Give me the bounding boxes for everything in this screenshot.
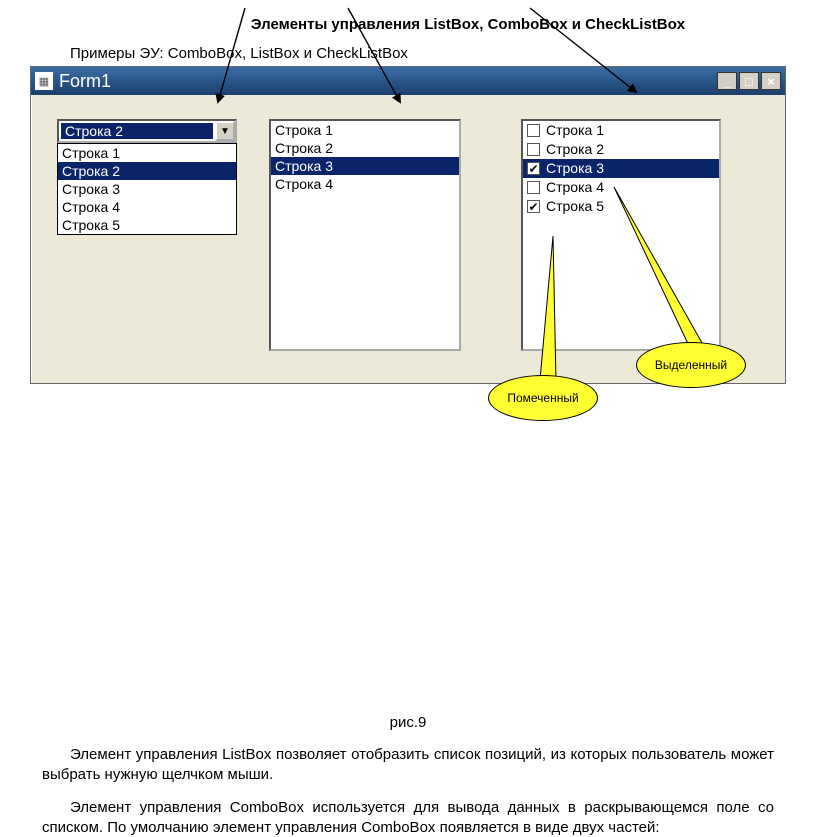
callout-selected: Выделенный xyxy=(636,342,746,388)
checklist-item-label: Строка 5 xyxy=(546,197,604,216)
checklist-item-label: Строка 4 xyxy=(546,178,604,197)
checked-listbox[interactable]: Строка 1Строка 2 ✔ Строка 3Строка 4 ✔ Строка… xyxy=(521,119,721,351)
dropdown-arrow-icon[interactable]: ▼ xyxy=(215,121,235,141)
paragraph-listbox: Элемент управления ListBox позволяет ото… xyxy=(0,731,816,784)
window-title: Form1 xyxy=(59,71,717,92)
combobox-option[interactable]: Строка 2 xyxy=(58,162,236,180)
checklist-item[interactable]: Строка 2 xyxy=(523,140,719,159)
checklist-item[interactable]: ✔ Строка 5 xyxy=(523,197,719,216)
checklist-item-label: Строка 3 xyxy=(546,159,604,178)
checklist-item[interactable]: Строка 4 xyxy=(523,178,719,197)
combobox[interactable]: Строка 2 ▼ Строка 1Строка 2Строка 3Строк… xyxy=(57,119,237,235)
checklist-item-label: Строка 1 xyxy=(546,121,604,140)
form-window: ▦ Form1 _ □ × Строка 2 ▼ Строка 1Строка … xyxy=(30,66,786,384)
checkbox-icon[interactable]: ✔ xyxy=(527,162,540,175)
figure-caption: рис.9 xyxy=(0,384,816,731)
paragraph-combobox: Элемент управления ComboBox используется… xyxy=(0,784,816,837)
app-icon: ▦ xyxy=(35,72,53,90)
checkbox-icon[interactable]: ✔ xyxy=(527,200,540,213)
checkbox-icon[interactable] xyxy=(527,181,540,194)
combobox-option[interactable]: Строка 5 xyxy=(58,216,236,234)
listbox-item[interactable]: Строка 1 xyxy=(271,121,459,139)
checklist-item[interactable]: Строка 1 xyxy=(523,121,719,140)
listbox-item[interactable]: Строка 4 xyxy=(271,175,459,193)
combobox-option[interactable]: Строка 4 xyxy=(58,198,236,216)
examples-line: Примеры ЭУ: ComboBox, ListBox и CheckLis… xyxy=(0,41,816,66)
minimize-button[interactable]: _ xyxy=(717,72,737,90)
page-heading: Элементы управления ListBox, ComboBox и … xyxy=(0,0,816,41)
combobox-option[interactable]: Строка 1 xyxy=(58,144,236,162)
listbox[interactable]: Строка 1Строка 2Строка 3Строка 4 xyxy=(269,119,461,351)
maximize-button[interactable]: □ xyxy=(739,72,759,90)
checkbox-icon[interactable] xyxy=(527,124,540,137)
close-button[interactable]: × xyxy=(761,72,781,90)
combobox-dropdown[interactable]: Строка 1Строка 2Строка 3Строка 4Строка 5 xyxy=(57,143,237,235)
checklist-item[interactable]: ✔ Строка 3 xyxy=(523,159,719,178)
checklist-item-label: Строка 2 xyxy=(546,140,604,159)
callout-marked: Помеченный xyxy=(488,375,598,421)
combobox-selected: Строка 2 xyxy=(61,123,213,139)
checkbox-icon[interactable] xyxy=(527,143,540,156)
window-titlebar: ▦ Form1 _ □ × xyxy=(31,67,785,95)
listbox-item[interactable]: Строка 2 xyxy=(271,139,459,157)
listbox-item[interactable]: Строка 3 xyxy=(271,157,459,175)
combobox-option[interactable]: Строка 3 xyxy=(58,180,236,198)
